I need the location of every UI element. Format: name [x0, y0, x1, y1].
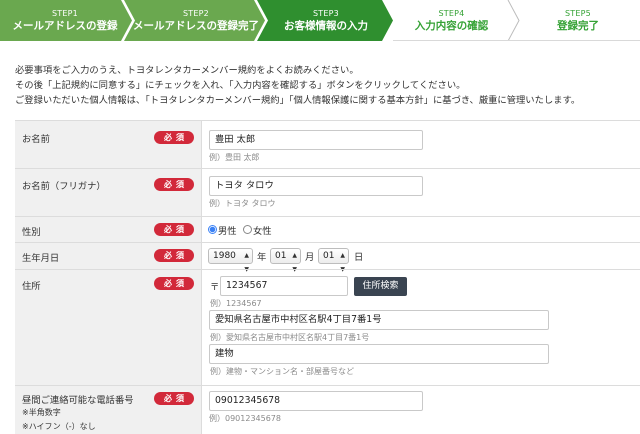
address-line2-input[interactable]: 建物	[209, 344, 549, 364]
month-unit: 月	[305, 252, 315, 263]
step1-number: STEP1	[52, 9, 78, 18]
birth-month-select[interactable]: 01 ▲ ▼	[270, 248, 301, 273]
step3-number: STEP3	[313, 9, 339, 18]
step2-number: STEP2	[183, 9, 209, 18]
kana-example: 例）トヨタ タロウ	[209, 199, 276, 208]
postal-mark: 〒	[210, 282, 220, 293]
step3: STEP3 お客様情報の入力	[266, 0, 386, 41]
kana-label: お名前（フリガナ）	[22, 181, 106, 192]
intro-text: 必要事項をご入力のうえ、トヨタレンタカーメンバー規約をよくお読みください。 その…	[15, 63, 630, 108]
step1: STEP1 メールアドレスの登録	[6, 0, 124, 41]
label-cell: お名前 必須	[15, 121, 202, 168]
value-cell: 豊田 太郎 例）豊田 太郎	[203, 121, 640, 168]
step5-number: STEP5	[565, 9, 591, 18]
row-address: 住所 必須 〒 1234567 住所検索 例）1234567 愛知県名古屋市中村…	[15, 269, 640, 385]
address-line2-example: 例）建物・マンション名・部屋番号など	[210, 367, 354, 376]
label-cell: 性別 必須	[15, 217, 202, 242]
row-gender: 性別 必須 男性 女性	[15, 216, 640, 242]
value-cell: トヨタ タロウ 例）トヨタ タロウ	[203, 169, 640, 216]
day-unit: 日	[354, 252, 364, 263]
phone-label: 昼間ご連絡可能な電話番号	[22, 395, 134, 406]
step4: STEP4 入力内容の確認	[393, 0, 510, 41]
value-cell: 男性 女性	[203, 217, 640, 242]
required-badge: 必須	[154, 131, 194, 144]
step1-label: メールアドレスの登録	[12, 20, 118, 32]
birth-day-select[interactable]: 01 ▲ ▼	[318, 248, 349, 273]
phone-input[interactable]: 09012345678	[209, 391, 423, 411]
step2-label: メールアドレスの登録完了	[133, 20, 259, 32]
label-cell: 昼間ご連絡可能な電話番号 ※半角数字 ※ハイフン（-）なし 必須	[15, 386, 202, 434]
step3-label: お客様情報の入力	[284, 20, 368, 32]
registration-form: お名前 必須 豊田 太郎 例）豊田 太郎 お名前（フリガナ） 必須 トヨタ タロ…	[15, 120, 640, 434]
phone-example: 例）09012345678	[209, 414, 281, 423]
step5: STEP5 登録完了	[519, 0, 637, 41]
kana-input[interactable]: トヨタ タロウ	[209, 176, 423, 196]
value-cell: 09012345678 例）09012345678	[203, 386, 640, 434]
required-badge: 必須	[154, 223, 194, 236]
label-cell: お名前（フリガナ） 必須	[15, 169, 202, 216]
postal-code-input[interactable]: 1234567	[220, 276, 348, 296]
address-label: 住所	[22, 281, 41, 292]
intro-line: 必要事項をご入力のうえ、トヨタレンタカーメンバー規約をよくお読みください。	[15, 65, 359, 76]
phone-note-digits: ※半角数字	[22, 408, 61, 417]
value-cell: 〒 1234567 住所検索 例）1234567 愛知県名古屋市中村区名駅4丁目…	[203, 270, 640, 385]
address-search-button[interactable]: 住所検索	[354, 277, 407, 296]
row-name: お名前 必須 豊田 太郎 例）豊田 太郎	[15, 120, 640, 168]
address-line1-example: 例）愛知県名古屋市中村区名駅4丁目7番1号	[210, 333, 370, 342]
gender-male-label[interactable]: 男性	[218, 223, 237, 237]
year-unit: 年	[257, 252, 267, 263]
gender-female-radio[interactable]	[243, 225, 252, 234]
birth-year-value: 1980	[213, 251, 236, 261]
step-progress-bar: STEP1 メールアドレスの登録 STEP2 メールアドレスの登録完了 STEP…	[0, 0, 640, 41]
name-label: お名前	[22, 134, 50, 145]
row-birthday: 生年月日 必須 1980 ▲ ▼ 年 01 ▲ ▼ 月 01 ▲ ▼ 日	[15, 242, 640, 273]
birth-year-select[interactable]: 1980 ▲ ▼	[208, 248, 253, 273]
step4-label: 入力内容の確認	[414, 20, 489, 32]
address-line1-input[interactable]: 愛知県名古屋市中村区名駅4丁目7番1号	[209, 310, 549, 330]
required-badge: 必須	[154, 249, 194, 262]
birthday-label: 生年月日	[22, 253, 60, 264]
birth-month-value: 01	[275, 251, 287, 261]
gender-label: 性別	[22, 227, 41, 238]
birth-day-value: 01	[323, 251, 335, 261]
step2: STEP2 メールアドレスの登録完了	[133, 0, 259, 41]
name-input[interactable]: 豊田 太郎	[209, 130, 423, 150]
gender-female-label[interactable]: 女性	[253, 223, 272, 237]
value-cell: 1980 ▲ ▼ 年 01 ▲ ▼ 月 01 ▲ ▼ 日	[203, 243, 640, 273]
gender-male-radio[interactable]	[208, 225, 217, 234]
required-badge: 必須	[154, 392, 194, 405]
name-example: 例）豊田 太郎	[209, 153, 260, 162]
required-badge: 必須	[154, 178, 194, 191]
label-cell: 住所 必須	[15, 270, 202, 385]
intro-line: その後「上記規約に同意する」にチェックを入れ、「入力内容を確認する」ボタンをクリ…	[15, 80, 466, 91]
required-badge: 必須	[154, 277, 194, 290]
step5-label: 登録完了	[557, 20, 599, 32]
label-cell: 生年月日 必須	[15, 243, 202, 269]
intro-line: ご登録いただいた個人情報は、「トヨタレンタカーメンバー規約」「個人情報保護に関す…	[15, 95, 581, 106]
postal-example: 例）1234567	[210, 299, 262, 308]
row-phone: 昼間ご連絡可能な電話番号 ※半角数字 ※ハイフン（-）なし 必須 0901234…	[15, 385, 640, 434]
row-kana: お名前（フリガナ） 必須 トヨタ タロウ 例）トヨタ タロウ	[15, 168, 640, 216]
step4-number: STEP4	[438, 9, 465, 18]
phone-note-hyphen: ※ハイフン（-）なし	[22, 422, 96, 431]
